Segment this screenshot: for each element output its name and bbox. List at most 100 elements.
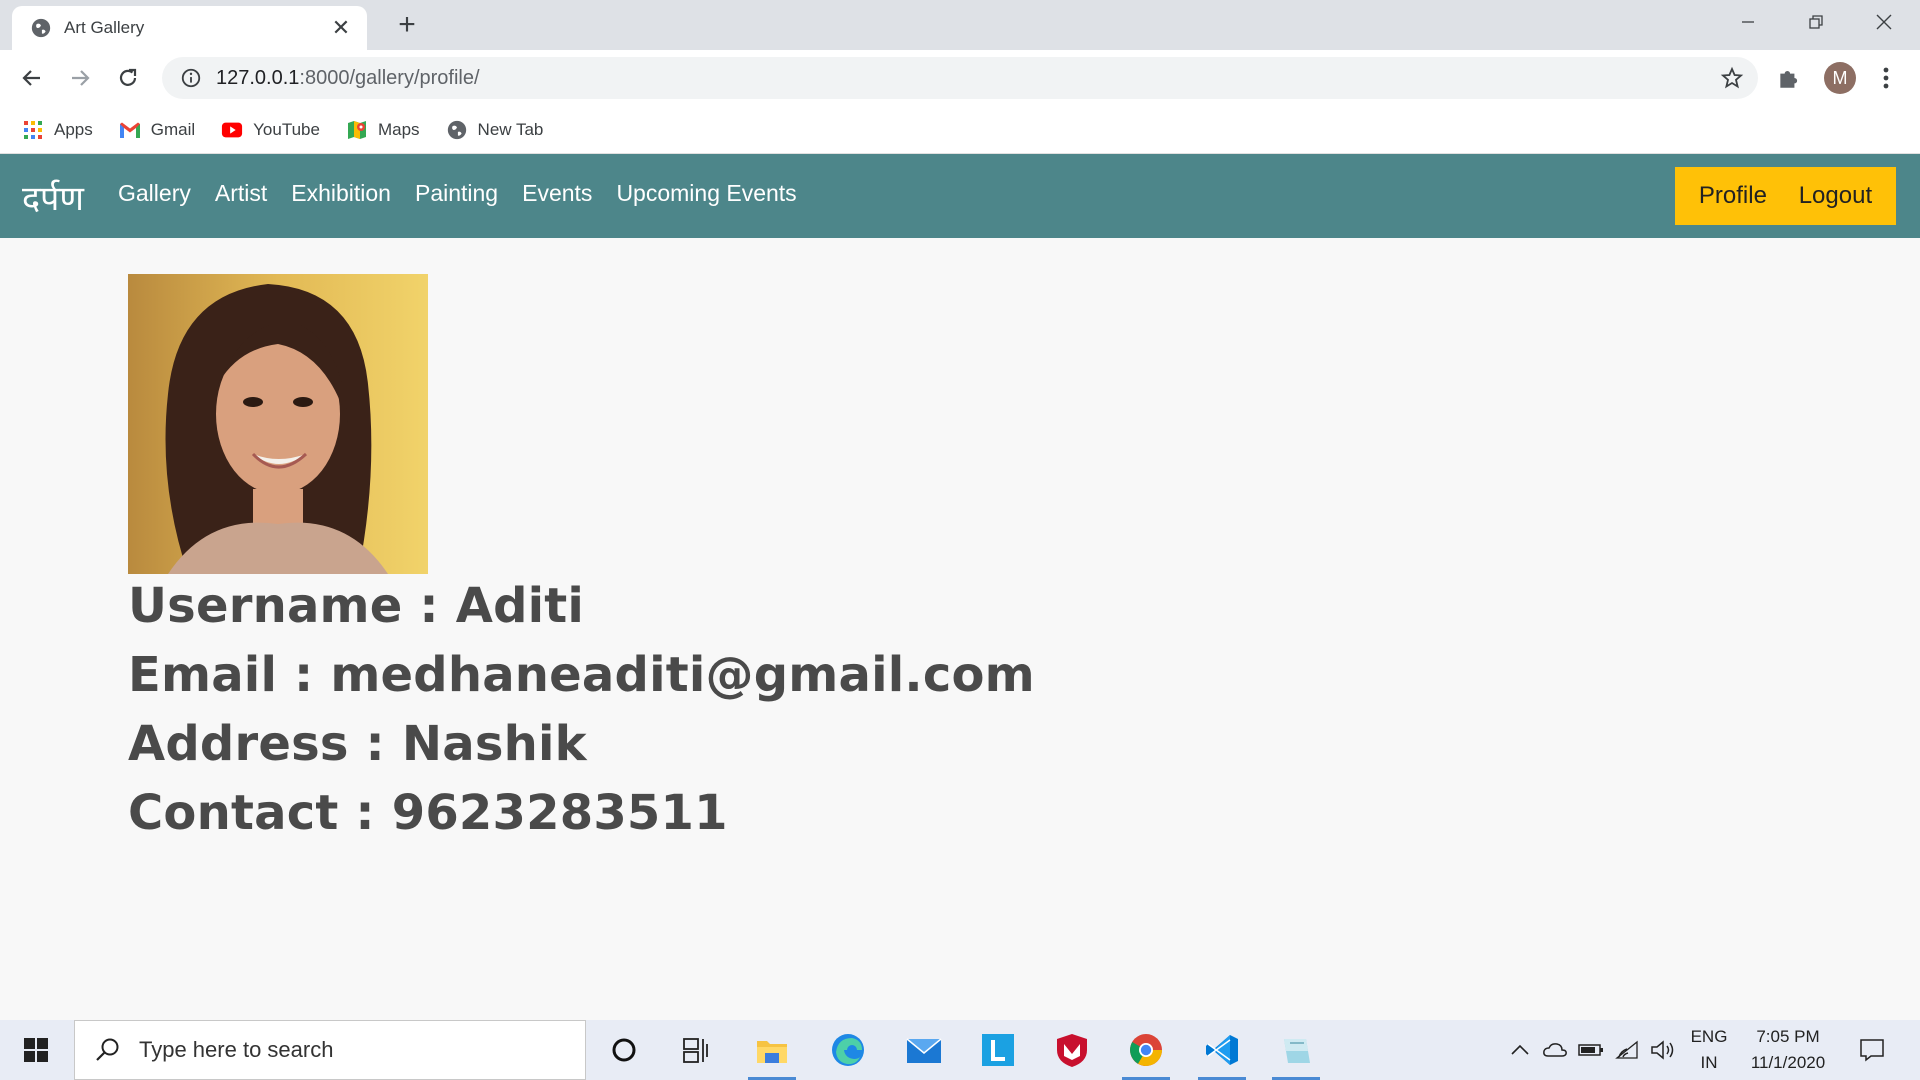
nav-artist[interactable]: Artist [215,180,267,207]
nav-upcoming-events[interactable]: Upcoming Events [616,180,796,207]
tab-close-icon[interactable]: ✕ [329,16,353,40]
tray-battery[interactable] [1576,1020,1606,1080]
arrow-left-icon [22,70,40,86]
minimize-button[interactable] [1714,0,1782,44]
taskbar-vscode[interactable] [1194,1026,1250,1080]
l-app-icon [982,1034,1014,1066]
mail-icon [906,1038,942,1063]
browser-tab[interactable]: Art Gallery ✕ [12,6,367,50]
minimize-icon [1742,21,1754,23]
show-hidden-icons[interactable] [1506,1020,1534,1080]
profile-username: Username : Aditi [128,578,585,634]
nav-links: Gallery Artist Exhibition Painting Event… [118,180,821,207]
tray-onedrive[interactable] [1540,1020,1570,1080]
cortana-circle-icon [612,1038,636,1062]
tab-title: Art Gallery [64,18,145,37]
maps-icon [346,119,368,141]
back-button[interactable] [14,60,50,96]
bookmark-gmail[interactable]: Gmail [119,119,195,141]
search-icon [96,1038,119,1061]
notepad-icon [1284,1039,1310,1063]
clock-time: 7:05 PM [1756,1027,1820,1046]
profile-avatar[interactable]: M [1824,62,1856,94]
tray-clock[interactable]: 7:05 PM 11/1/2020 [1740,1020,1836,1080]
bookmark-new-tab[interactable]: New Tab [446,119,544,141]
windows-logo-icon [24,1038,48,1062]
bookmark-label: Apps [54,119,93,139]
volume-icon [1651,1040,1674,1060]
forward-button[interactable] [62,60,98,96]
tray-wifi[interactable] [1612,1020,1642,1080]
profile-contact: Contact : 9623283511 [128,785,728,841]
cloud-icon [1543,1043,1567,1057]
site-brand[interactable]: दर्पण [22,174,84,220]
youtube-icon [221,119,243,141]
bookmarks-bar: Apps Gmail YouTube Maps New Tab [0,106,1920,154]
chrome-icon [1130,1034,1162,1066]
edge-browser-icon [832,1034,864,1066]
restore-icon [1809,15,1823,29]
profile-link[interactable]: Profile [1699,182,1767,210]
reload-button[interactable] [110,60,146,96]
bookmark-label: YouTube [253,119,320,139]
globe-icon [31,18,51,38]
browser-tab-strip: Art Gallery ✕ + [0,0,1920,50]
info-icon [181,68,201,88]
new-tab-button[interactable]: + [390,8,424,42]
url-text: 127.0.0.1:8000/gallery/profile/ [216,67,480,90]
close-icon [1876,14,1892,30]
task-view-icon [683,1038,708,1063]
cortana-button[interactable] [596,1026,652,1074]
address-bar[interactable]: 127.0.0.1:8000/gallery/profile/ [162,57,1758,99]
bookmark-apps[interactable]: Apps [22,119,93,141]
url-host: 127.0.0.1 [216,66,300,89]
wifi-icon [1615,1040,1638,1059]
nav-painting[interactable]: Painting [415,180,498,207]
action-center-button[interactable] [1852,1020,1892,1080]
battery-icon [1578,1044,1603,1056]
url-path: :8000/gallery/profile/ [299,66,480,89]
taskbar-mail[interactable] [896,1026,952,1074]
bookmark-label: Maps [377,119,420,139]
account-links: Profile Logout [1675,167,1896,225]
globe-icon [446,119,468,141]
start-button[interactable] [0,1020,72,1080]
nav-events[interactable]: Events [522,180,592,207]
windows-taskbar: Type here to search ENG IN 7:05 PM 11/1/… [0,1020,1920,1080]
close-window-button[interactable] [1850,0,1918,44]
nav-gallery[interactable]: Gallery [118,180,191,207]
taskbar-l-app[interactable] [970,1026,1026,1074]
mcafee-shield-icon [1057,1034,1087,1067]
logout-link[interactable]: Logout [1799,182,1872,210]
extensions-puzzle-icon[interactable] [1776,65,1802,91]
more-vertical-icon[interactable] [1876,62,1896,94]
profile-email: Email : medhaneaditi@gmail.com [128,647,1035,703]
task-view-button[interactable] [668,1026,724,1074]
region-code: IN [1700,1053,1718,1072]
taskbar-search[interactable]: Type here to search [74,1020,586,1080]
bookmark-label: New Tab [477,119,544,139]
apps-grid-icon [22,119,44,141]
reload-icon [119,68,137,86]
tray-language[interactable]: ENG IN [1684,1020,1734,1080]
tray-volume[interactable] [1648,1020,1678,1080]
bookmark-star-icon[interactable] [1720,66,1744,90]
taskbar-edge[interactable] [820,1026,876,1074]
language-code: ENG [1690,1027,1728,1046]
chevron-up-icon [1511,1044,1529,1055]
restore-button[interactable] [1782,0,1850,44]
taskbar-notepad-app[interactable] [1268,1026,1324,1080]
taskbar-file-explorer[interactable] [744,1026,800,1080]
profile-photo [128,274,428,574]
taskbar-chrome[interactable] [1118,1026,1174,1080]
vscode-icon [1206,1035,1238,1065]
taskbar-mcafee[interactable] [1044,1026,1100,1074]
nav-exhibition[interactable]: Exhibition [291,180,391,207]
search-placeholder: Type here to search [139,1037,334,1062]
site-navbar: दर्पण Gallery Artist Exhibition Painting… [0,154,1920,238]
clock-date: 11/1/2020 [1750,1053,1826,1072]
bookmark-youtube[interactable]: YouTube [221,119,320,141]
profile-address: Address : Nashik [128,716,587,772]
notification-icon [1860,1039,1884,1062]
bookmark-maps[interactable]: Maps [346,119,420,141]
